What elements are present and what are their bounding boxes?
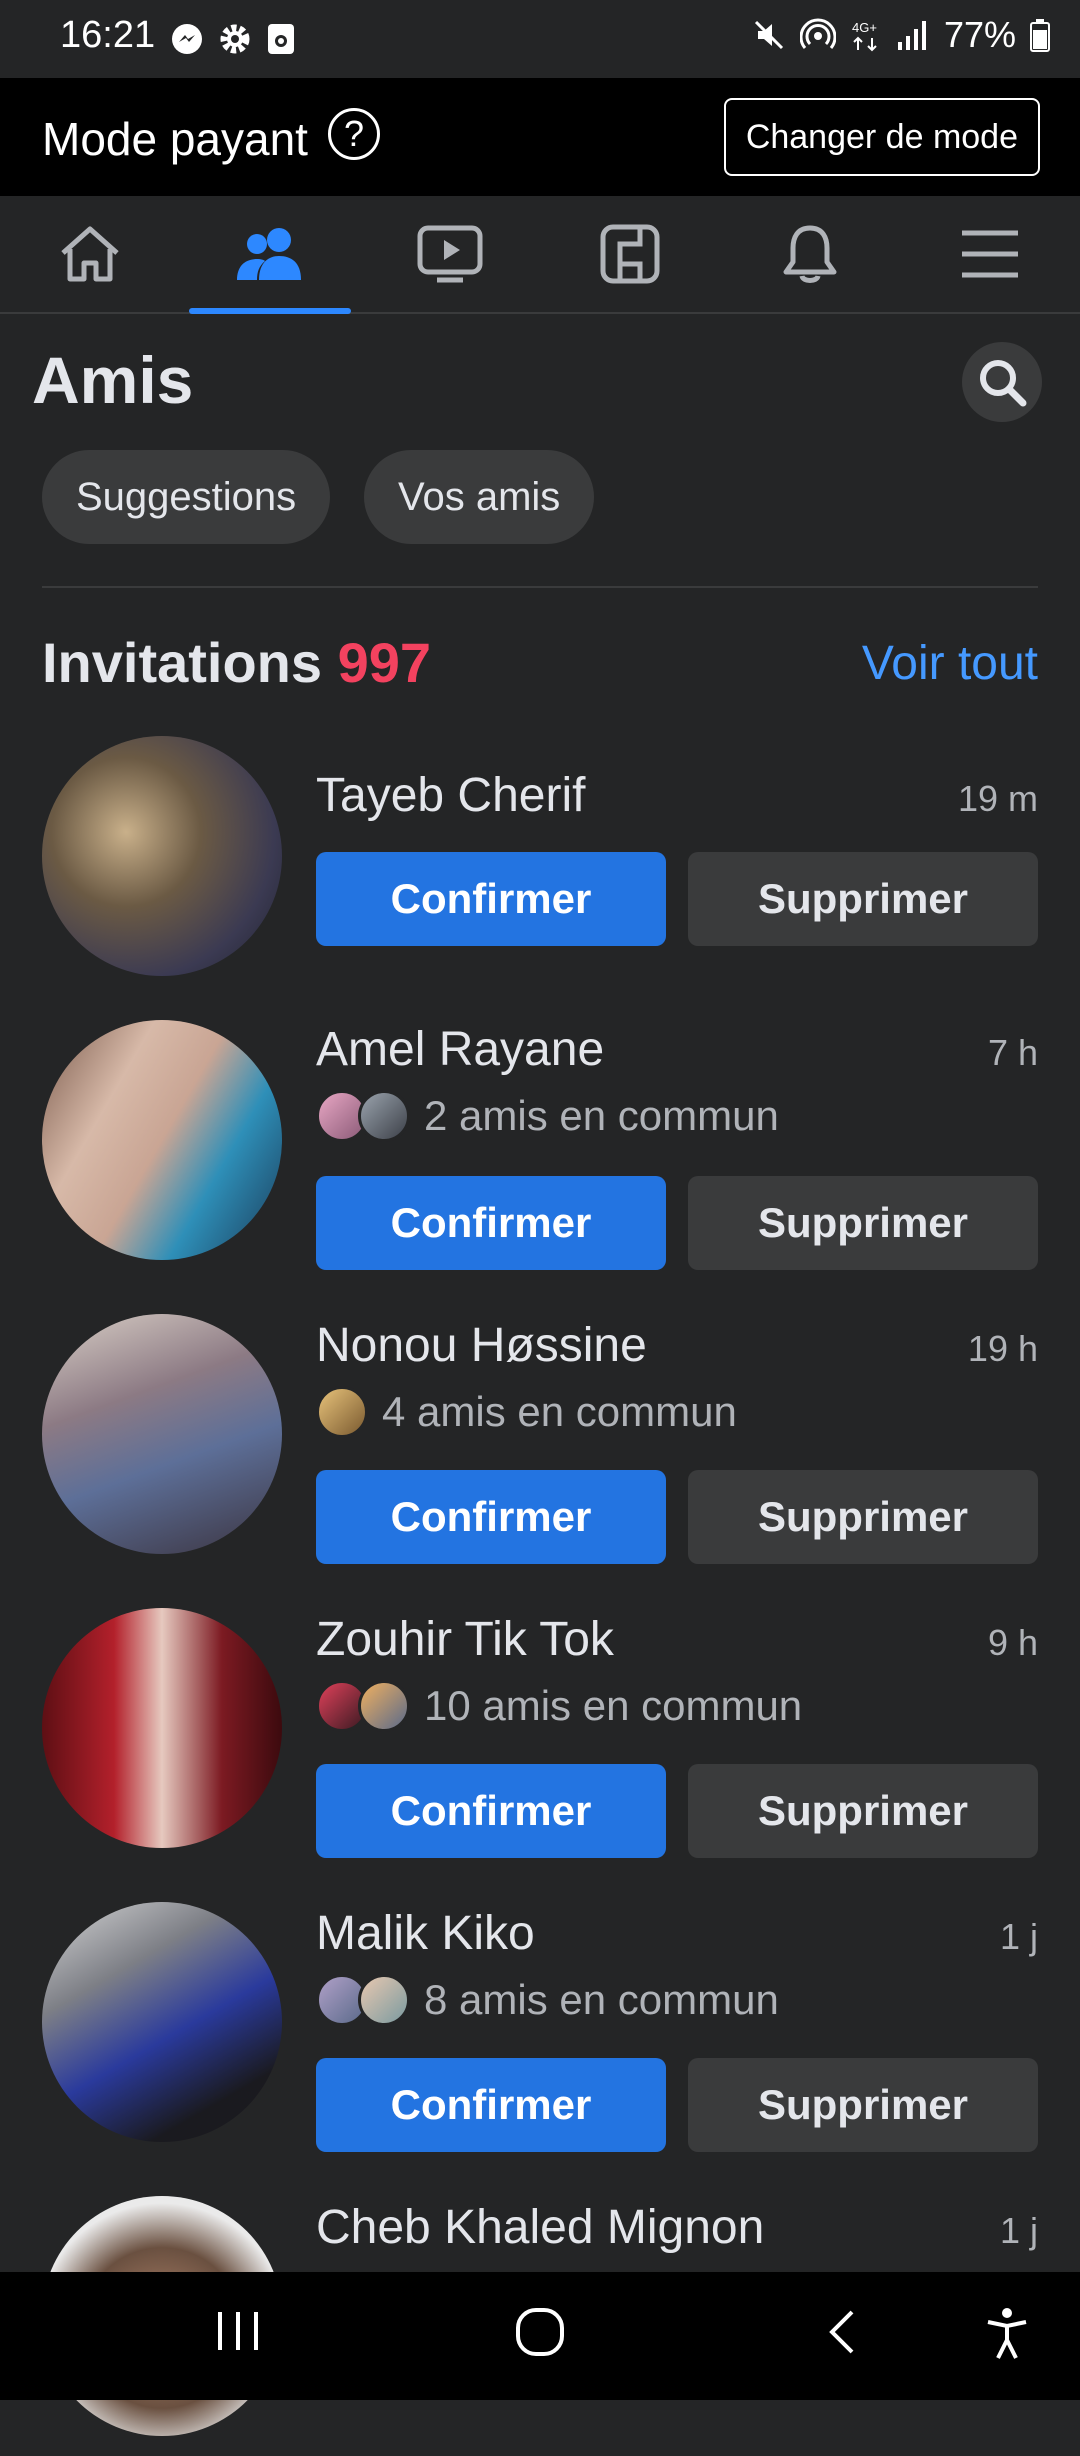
- change-mode-button[interactable]: Changer de mode: [723, 98, 1040, 176]
- mutual-friends-text: 10 amis en commun: [424, 1682, 803, 1729]
- mute-icon: [752, 18, 786, 52]
- confirm-button[interactable]: Confirmer: [316, 852, 666, 946]
- request-time: 19 m: [957, 778, 1038, 819]
- messenger-icon: [170, 22, 204, 56]
- tab-feeds[interactable]: [540, 196, 720, 312]
- mode-bar: Mode payant ? Changer de mode: [0, 78, 1080, 196]
- avatar[interactable]: [42, 1020, 282, 1260]
- mutual-friends: 4 amis en commun: [316, 1384, 737, 1440]
- menu-icon: [960, 229, 1020, 279]
- delete-button[interactable]: Supprimer: [688, 852, 1038, 946]
- requester-name[interactable]: Nonou Høssine: [316, 1318, 647, 1373]
- request-time: 19 h: [967, 1328, 1038, 1369]
- tab-friends[interactable]: [180, 196, 360, 314]
- delete-button[interactable]: Supprimer: [688, 1764, 1038, 1858]
- friend-request: Tayeb Cherif 19 m Confirmer Supprimer: [0, 736, 1080, 996]
- friend-request: Nonou Høssine 19 h 4 amis en commun Conf…: [0, 1314, 1080, 1574]
- invitations-count: 997: [337, 631, 432, 694]
- avatar[interactable]: [42, 1902, 282, 2142]
- requester-name[interactable]: Cheb Khaled Mignon: [316, 2200, 764, 2255]
- signal-icon: [896, 18, 930, 52]
- mutual-friends-text: 8 amis en commun: [424, 1976, 779, 2023]
- requester-name[interactable]: Amel Rayane: [316, 1022, 604, 1077]
- request-time: 1 j: [999, 1916, 1038, 1957]
- delete-button[interactable]: Supprimer: [688, 2058, 1038, 2152]
- svg-text:4G+: 4G+: [852, 20, 877, 35]
- divider: [42, 586, 1038, 588]
- status-time: 16:21: [60, 14, 156, 56]
- request-time: 7 h: [987, 1032, 1038, 1073]
- requester-name[interactable]: Tayeb Cherif: [316, 768, 585, 823]
- delete-button[interactable]: Supprimer: [688, 1176, 1038, 1270]
- confirm-button[interactable]: Confirmer: [316, 1764, 666, 1858]
- tab-home[interactable]: [0, 196, 180, 312]
- mutual-avatar: [316, 1386, 368, 1438]
- battery-percent: 77%: [943, 14, 1016, 55]
- search-icon: [977, 357, 1027, 407]
- search-button[interactable]: [962, 342, 1042, 422]
- see-all-link[interactable]: Voir tout: [862, 636, 1038, 691]
- feeds-icon: [600, 224, 660, 284]
- invitations-label: Invitations: [42, 631, 323, 694]
- mode-title: Mode payant: [42, 113, 308, 165]
- confirm-button[interactable]: Confirmer: [316, 1470, 666, 1564]
- status-bar: 16:21 4G+ 77%: [0, 0, 1080, 78]
- home-icon: [57, 223, 123, 285]
- watch-icon: [417, 225, 483, 283]
- delete-button[interactable]: Supprimer: [688, 1470, 1038, 1564]
- help-icon[interactable]: ?: [328, 108, 380, 160]
- invitations-title: Invitations 997: [42, 630, 431, 695]
- page-title: Amis: [32, 343, 194, 417]
- tab-watch[interactable]: [360, 196, 540, 312]
- recents-icon[interactable]: [214, 2306, 262, 2356]
- requester-name[interactable]: Zouhir Tik Tok: [316, 1612, 614, 1667]
- notifications-icon: [781, 222, 839, 286]
- tab-bar: [0, 196, 1080, 314]
- mutual-friends-text: 4 amis en commun: [382, 1388, 737, 1435]
- friend-request: Zouhir Tik Tok 9 h 10 amis en commun Con…: [0, 1608, 1080, 1868]
- request-time: 9 h: [987, 1622, 1038, 1663]
- back-icon[interactable]: [822, 2306, 862, 2358]
- mutual-friends-text: 2 amis en commun: [424, 1092, 779, 1139]
- tab-menu[interactable]: [900, 196, 1080, 312]
- avatar[interactable]: [42, 1608, 282, 1848]
- confirm-button[interactable]: Confirmer: [316, 2058, 666, 2152]
- hotspot-icon: [799, 18, 836, 52]
- friend-request: Amel Rayane 7 h 2 amis en commun Confirm…: [0, 1020, 1080, 1280]
- mutual-avatar: [358, 1680, 410, 1732]
- settings-icon: [218, 22, 252, 56]
- 4g-icon: 4G+: [850, 18, 882, 52]
- mutual-avatar: [358, 1974, 410, 2026]
- chip-your-friends[interactable]: Vos amis: [364, 450, 595, 544]
- accessibility-icon[interactable]: [984, 2306, 1030, 2362]
- chip-suggestions[interactable]: Suggestions: [42, 450, 331, 544]
- screen-record-icon: [266, 22, 296, 56]
- mutual-friends: 10 amis en commun: [316, 1678, 802, 1734]
- mutual-friends: 8 amis en commun: [316, 1972, 779, 2028]
- friends-icon: [235, 226, 305, 282]
- battery-icon: [1030, 18, 1050, 52]
- friend-request: Malik Kiko 1 j 8 amis en commun Confirme…: [0, 1902, 1080, 2162]
- avatar[interactable]: [42, 736, 282, 976]
- home-circle-icon[interactable]: [514, 2306, 566, 2358]
- tab-notifications[interactable]: [720, 196, 900, 312]
- request-time: 1 j: [999, 2210, 1038, 2251]
- requester-name[interactable]: Malik Kiko: [316, 1906, 535, 1961]
- mutual-avatar: [358, 1090, 410, 1142]
- mutual-friends: 2 amis en commun: [316, 1088, 779, 1144]
- confirm-button[interactable]: Confirmer: [316, 1176, 666, 1270]
- avatar[interactable]: [42, 1314, 282, 1554]
- system-navigation-bar: [0, 2272, 1080, 2400]
